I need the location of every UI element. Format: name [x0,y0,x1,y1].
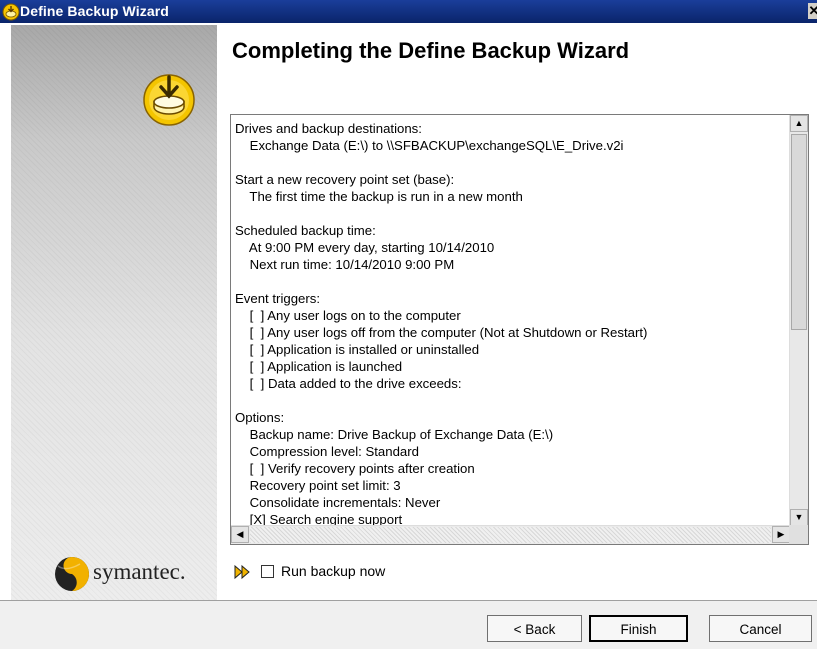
summary-line: Next run time: 10/14/2010 9:00 PM [235,257,455,272]
back-button[interactable]: < Back [487,615,582,642]
window-title: Define Backup Wizard [20,3,169,19]
finish-button[interactable]: Finish [589,615,688,642]
logo-text: symantec. [93,559,186,584]
app-icon [2,3,20,21]
button-bar: < Back Finish Cancel [0,600,817,649]
run-backup-now-checkbox[interactable] [261,565,274,578]
backup-disk-icon [143,74,195,126]
summary-line: [ ] Any user logs on to the computer [235,308,461,323]
cancel-button[interactable]: Cancel [709,615,812,642]
title-bar[interactable]: Define Backup Wizard ✕ [0,0,817,23]
summary-section-title: Start a new recovery point set (base): [235,172,455,187]
wizard-sidebar: symantec. [11,25,217,600]
vertical-scrollbar[interactable]: ▲ ▼ [789,115,808,526]
summary-text: Drives and backup destinations: Exchange… [235,120,784,525]
scroll-left-icon[interactable]: ◀ [231,526,249,543]
summary-section-title: Scheduled backup time: [235,223,376,238]
scroll-corner [789,525,808,544]
summary-line: Compression level: Standard [235,444,419,459]
summary-box[interactable]: Drives and backup destinations: Exchange… [230,114,809,545]
page-title: Completing the Define Backup Wizard [232,38,630,63]
double-arrow-icon [234,564,250,580]
summary-section-title: Drives and backup destinations: [235,121,422,136]
summary-section-title: Event triggers: [235,291,321,306]
summary-line: [ ] Verify recovery points after creatio… [235,461,475,476]
summary-line: [ ] Application is launched [235,359,403,374]
close-button[interactable]: ✕ [808,3,817,19]
summary-line: [X] Search engine support [235,512,403,525]
summary-line: Exchange Data (E:\) to \\SFBACKUP\exchan… [235,138,624,153]
horizontal-scrollbar[interactable]: ◀ ▶ [231,525,790,544]
summary-section-title: Options: [235,410,285,425]
run-backup-now-label[interactable]: Run backup now [281,563,385,579]
summary-line: Recovery point set limit: 3 [235,478,401,493]
summary-line: The first time the backup is run in a ne… [235,189,523,204]
summary-line: Backup name: Drive Backup of Exchange Da… [235,427,554,442]
scroll-down-icon[interactable]: ▼ [790,509,808,526]
scroll-right-icon[interactable]: ▶ [772,526,790,543]
scroll-up-icon[interactable]: ▲ [790,115,808,132]
summary-line: [ ] Application is installed or uninstal… [235,342,480,357]
symantec-logo-icon [55,557,89,591]
horizontal-scroll-track[interactable] [250,527,771,543]
vertical-scroll-thumb[interactable] [791,134,807,330]
summary-line: [ ] Data added to the drive exceeds: [235,376,462,391]
summary-line: [ ] Any user logs off from the computer … [235,325,648,340]
summary-line: Consolidate incrementals: Never [235,495,441,510]
summary-line: At 9:00 PM every day, starting 10/14/201… [235,240,495,255]
